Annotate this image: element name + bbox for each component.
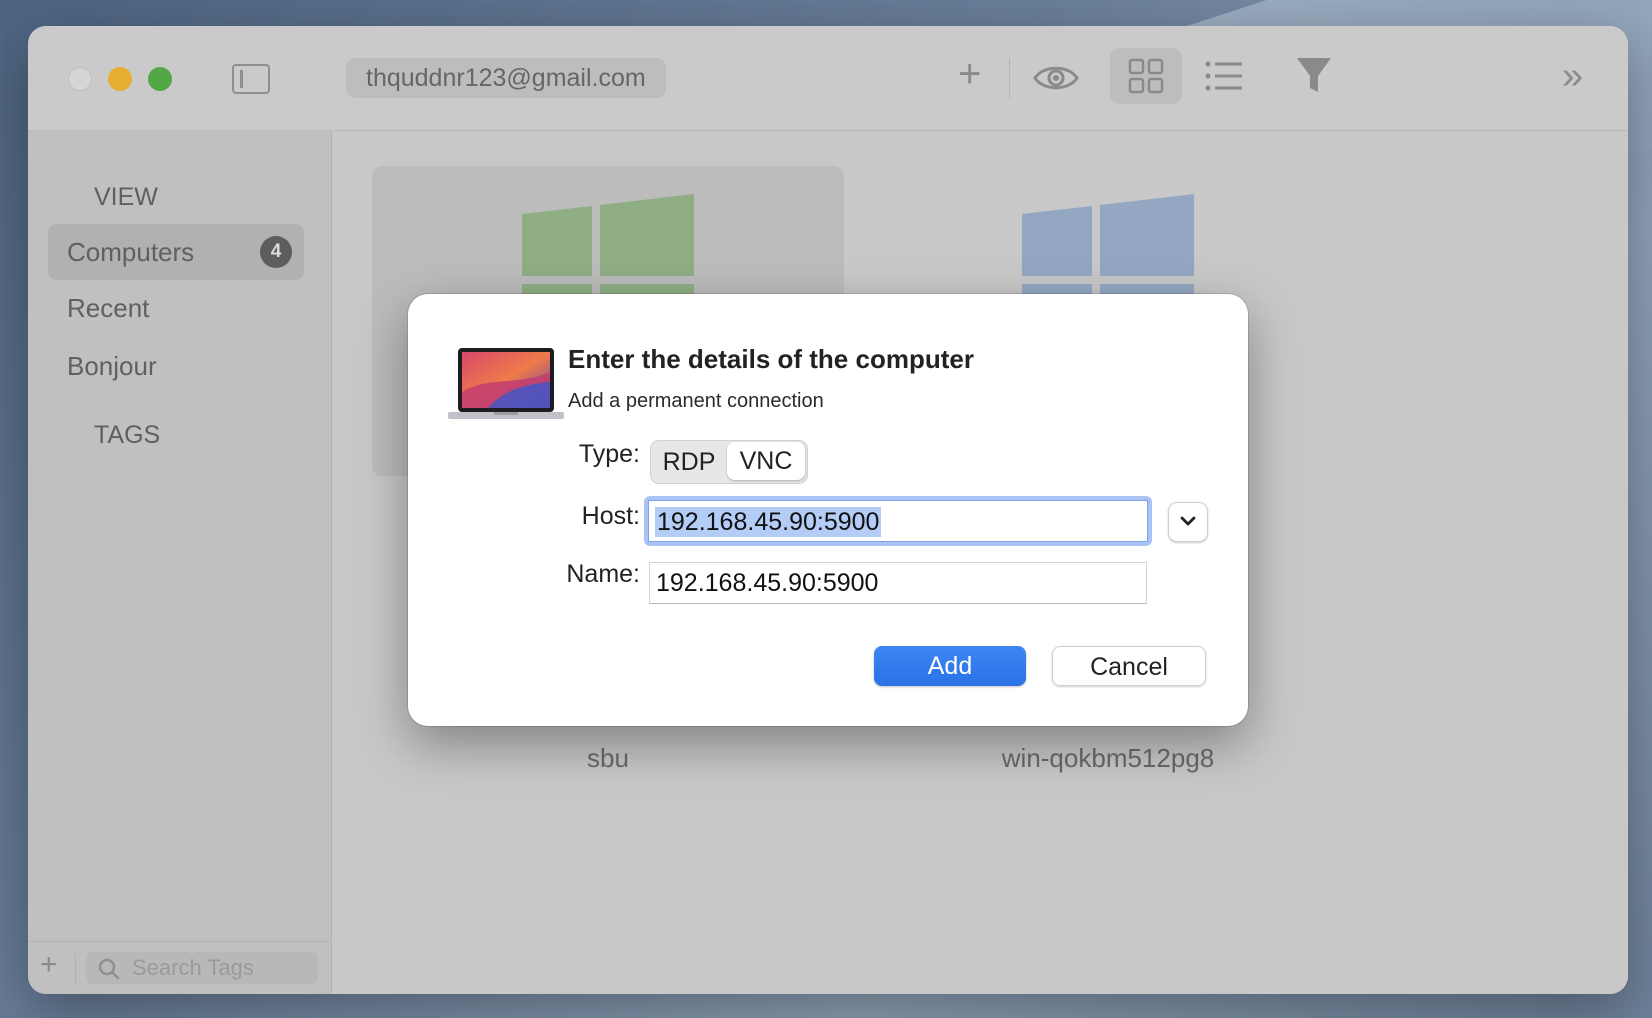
maximize-window-button[interactable] <box>148 67 172 91</box>
name-value: 192.168.45.90:5900 <box>656 569 879 597</box>
plus-icon[interactable]: + <box>958 54 981 94</box>
type-option-rdp[interactable]: RDP <box>651 441 727 483</box>
view-section-header: VIEW <box>94 183 158 211</box>
sidebar-item-label: Bonjour <box>67 351 157 381</box>
computer-name: sbu <box>587 743 629 773</box>
sidebar-item-recent[interactable]: Recent <box>48 280 304 336</box>
close-window-button[interactable] <box>68 67 92 91</box>
eye-icon[interactable] <box>1033 60 1079 96</box>
add-computer-dialog: Enter the details of the computer Add a … <box>408 294 1248 726</box>
sidebar-item-bonjour[interactable]: Bonjour <box>48 338 304 394</box>
host-history-dropdown[interactable] <box>1168 502 1208 542</box>
laptop-icon <box>448 348 564 419</box>
type-label: Type: <box>578 440 640 468</box>
chevron-down-icon <box>1180 516 1196 526</box>
count-badge: 4 <box>260 236 292 268</box>
sidebar-item-computers[interactable]: Computers 4 <box>48 224 304 280</box>
computer-name: win-qokbm512pg8 <box>1001 743 1215 773</box>
add-button[interactable]: Add <box>874 646 1026 686</box>
tags-section-header: TAGS <box>94 421 161 449</box>
tag-search-field[interactable] <box>86 952 318 984</box>
sidebar-item-label: Computers <box>67 237 195 267</box>
cancel-button[interactable]: Cancel <box>1052 646 1206 686</box>
account-label[interactable]: thquddnr123@gmail.com <box>346 58 666 98</box>
search-tags-input[interactable] <box>132 952 312 984</box>
host-value-selected: 192.168.45.90:5900 <box>655 507 882 537</box>
chevron-double-right-icon[interactable]: » <box>1562 56 1583 96</box>
sidebar: VIEW Computers 4 Recent Bonjour TAGS + <box>28 131 332 994</box>
add-tag-button[interactable]: + <box>40 950 58 980</box>
grid-view-icon[interactable] <box>1128 58 1164 94</box>
sidebar-toggle-icon[interactable] <box>232 64 270 94</box>
list-view-icon[interactable] <box>1204 59 1244 93</box>
minimize-window-button[interactable] <box>108 67 132 91</box>
dialog-title: Enter the details of the computer <box>568 344 974 374</box>
search-icon <box>98 958 120 980</box>
toolbar-divider <box>1009 58 1010 98</box>
title-bar: thquddnr123@gmail.com + » <box>28 26 1628 131</box>
sidebar-footer: + <box>28 941 331 994</box>
type-segmented-control: RDP VNC <box>650 440 808 484</box>
footer-divider <box>75 954 76 984</box>
type-option-vnc[interactable]: VNC <box>727 442 805 480</box>
dialog-subtitle: Add a permanent connection <box>568 390 824 412</box>
sidebar-item-label: Recent <box>67 293 150 323</box>
host-input[interactable]: 192.168.45.90:5900 <box>648 500 1148 542</box>
host-label: Host: <box>581 502 640 530</box>
host-field-focus-ring: 192.168.45.90:5900 <box>644 496 1152 546</box>
name-input[interactable]: 192.168.45.90:5900 <box>649 562 1147 604</box>
name-label: Name: <box>566 560 640 588</box>
filter-icon[interactable] <box>1296 56 1332 96</box>
